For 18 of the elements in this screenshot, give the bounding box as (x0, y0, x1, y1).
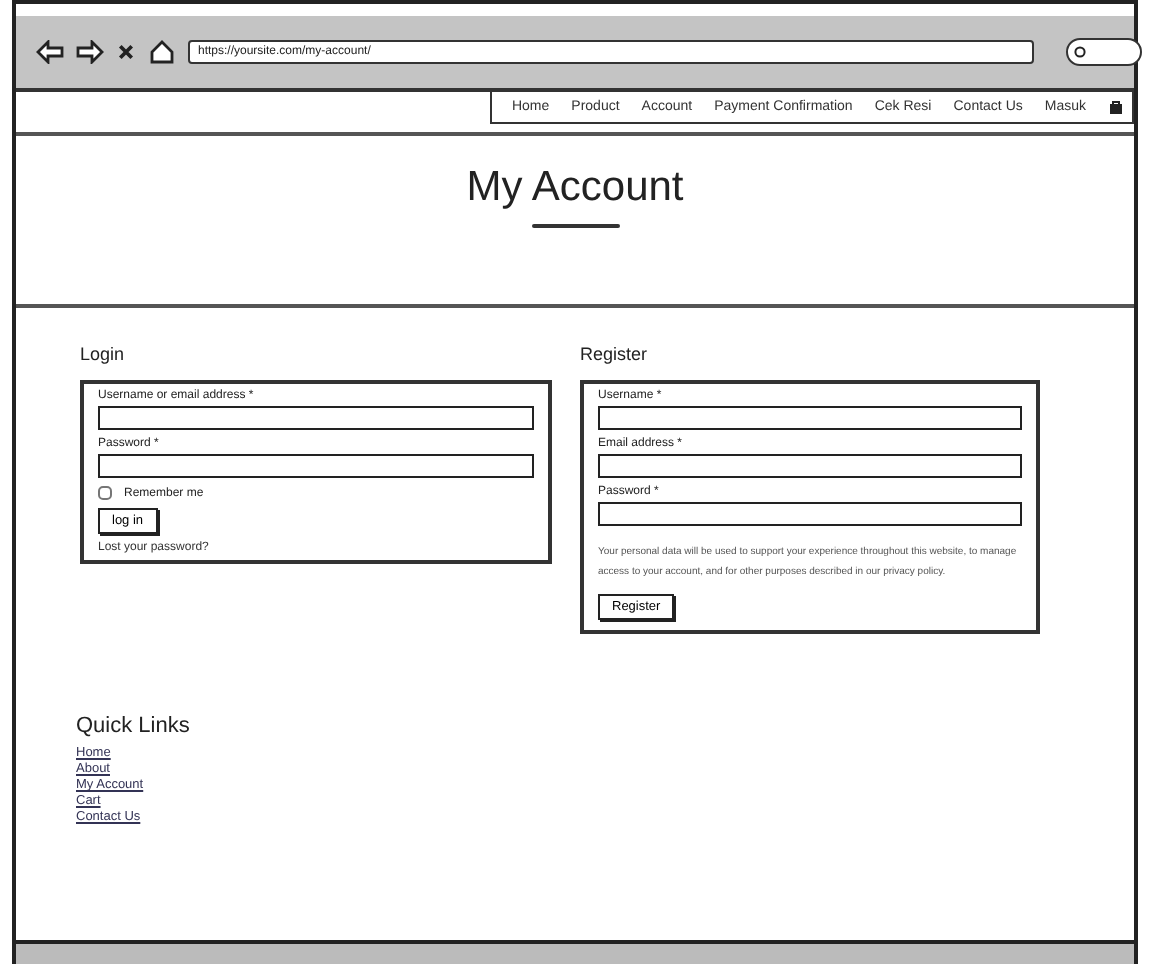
input-field[interactable] (98, 454, 534, 478)
section-heading: Register (580, 344, 650, 364)
back-icon[interactable] (36, 40, 64, 64)
input-field[interactable] (598, 454, 1022, 478)
search-icon (1074, 46, 1086, 58)
cart-icon[interactable] (1108, 99, 1124, 115)
input-field[interactable] (598, 502, 1022, 526)
forward-icon[interactable] (76, 40, 104, 64)
search-field[interactable] (1066, 38, 1142, 66)
home-icon[interactable] (148, 40, 176, 64)
title-underline (531, 224, 619, 228)
page-title: My Account (466, 164, 684, 212)
quick-links-heading: Quick Links (76, 714, 192, 738)
input-field[interactable] (98, 406, 534, 430)
input-field[interactable] (598, 406, 1022, 430)
checkbox[interactable] (98, 486, 112, 500)
section-heading: Login (80, 344, 127, 364)
close-icon[interactable] (116, 40, 136, 64)
